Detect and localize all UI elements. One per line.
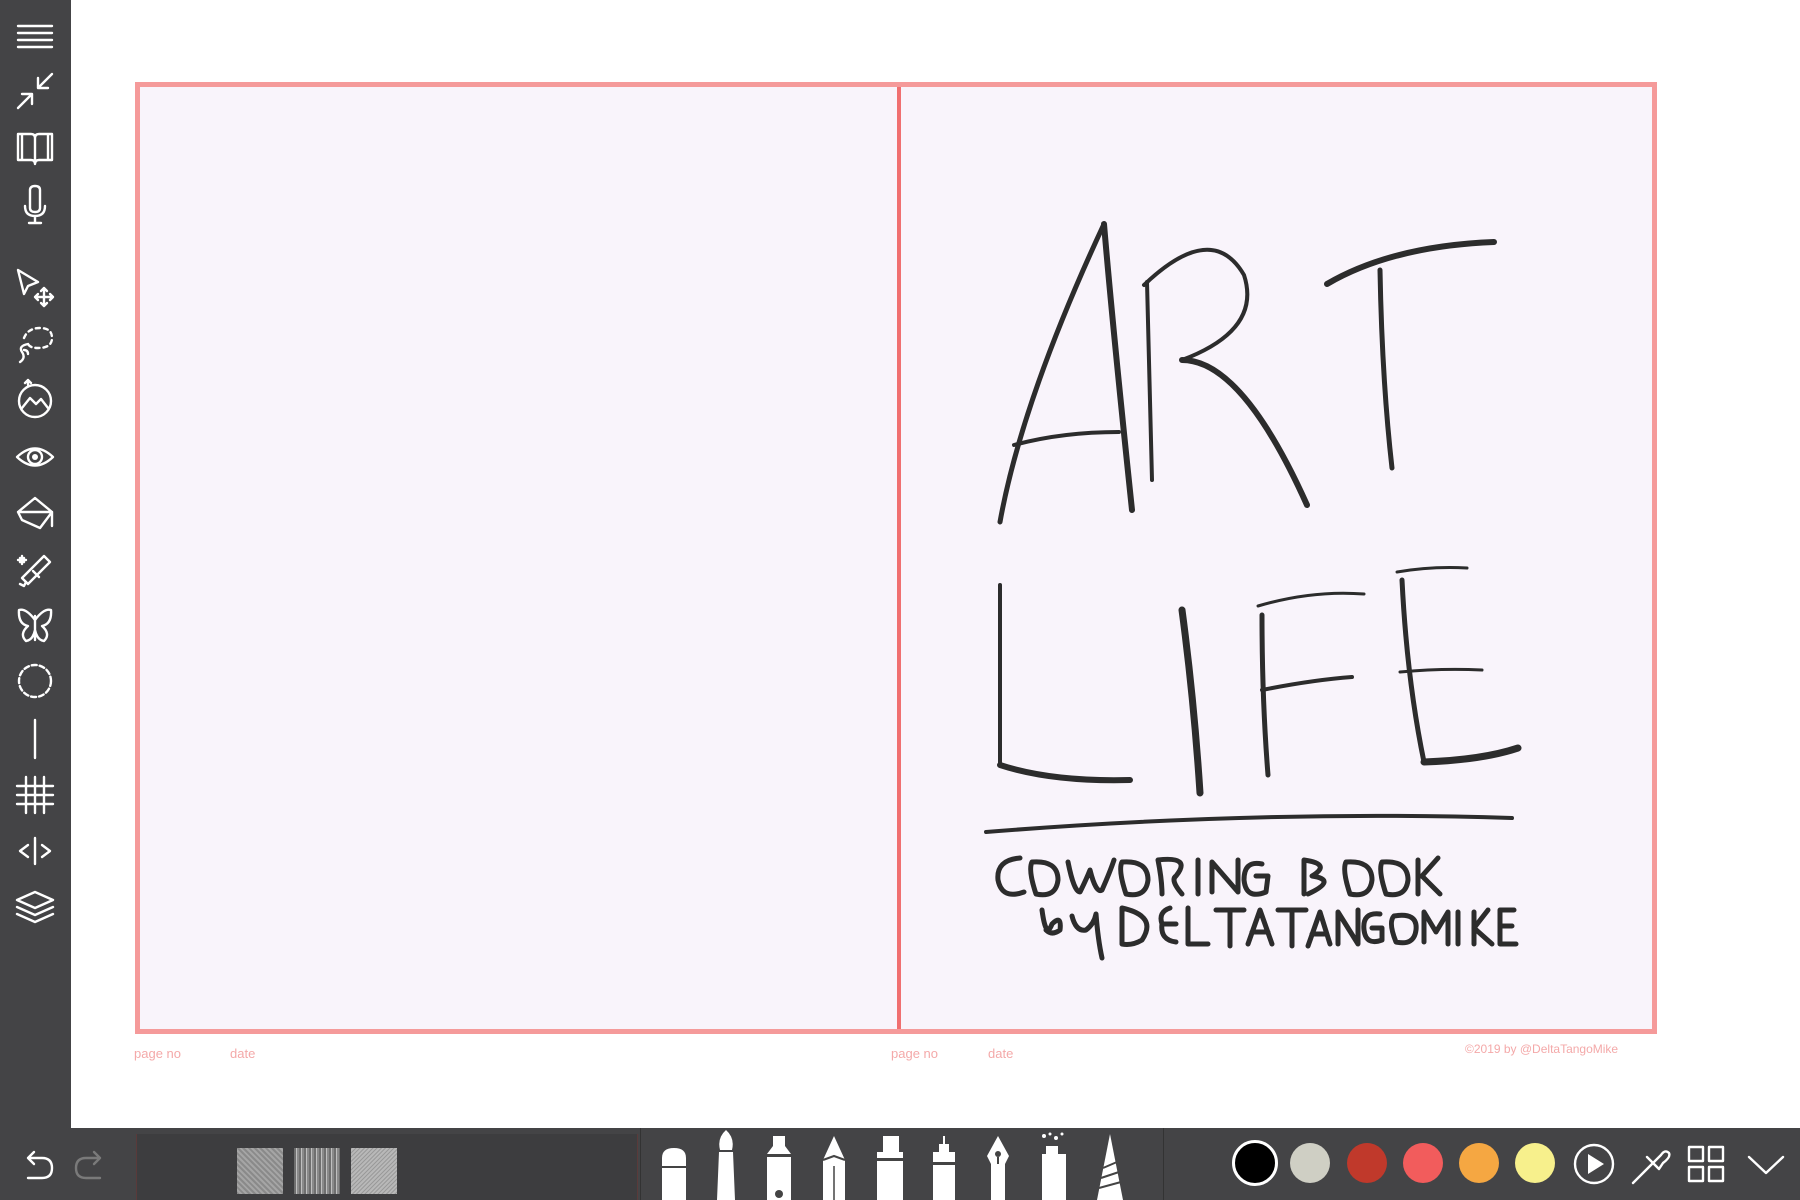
texture-swatch[interactable] [351, 1148, 397, 1194]
color-swatch-grey[interactable] [1290, 1143, 1330, 1183]
brush-tools-panel [640, 1128, 1164, 1200]
image-icon[interactable] [10, 374, 60, 424]
fill-bucket-icon[interactable] [10, 488, 60, 538]
texture-swatch[interactable] [237, 1148, 283, 1194]
right-date-label: date [988, 1046, 1014, 1061]
copyright-label: ©2019 by @DeltaTangoMike [1465, 1042, 1619, 1056]
fountain-pen-icon[interactable] [979, 1134, 1017, 1200]
right-page-number-label: page no [891, 1046, 938, 1061]
texture-panel [136, 1134, 638, 1200]
magic-eraser-icon[interactable] [10, 544, 60, 594]
crayon-icon[interactable] [1093, 1132, 1127, 1200]
grid-icon[interactable] [10, 770, 60, 820]
highlighter-icon[interactable] [871, 1134, 909, 1200]
bottom-toolbar [0, 1128, 1800, 1200]
eye-icon[interactable] [10, 432, 60, 482]
color-swatch-black[interactable] [1232, 1140, 1278, 1186]
play-icon[interactable] [1572, 1138, 1616, 1190]
color-swatch-dark-red[interactable] [1347, 1143, 1387, 1183]
color-swatch-coral[interactable] [1403, 1143, 1443, 1183]
spray-can-icon[interactable] [1036, 1130, 1076, 1200]
left-page-number-label: page no [134, 1046, 181, 1061]
collapse-icon[interactable] [10, 66, 60, 116]
book-spine [897, 87, 901, 1029]
microphone-icon[interactable] [10, 180, 60, 230]
grid-view-icon[interactable] [1684, 1138, 1728, 1190]
lasso-icon[interactable] [10, 318, 60, 368]
marker-icon[interactable] [654, 1136, 694, 1200]
line-guide-icon[interactable] [10, 714, 60, 764]
undo-icon[interactable] [14, 1138, 58, 1190]
left-toolbar [0, 0, 71, 1128]
texture-swatch[interactable] [294, 1148, 340, 1194]
chevron-down-icon[interactable] [1744, 1138, 1788, 1190]
pencil-icon[interactable] [817, 1134, 851, 1200]
felt-pen-icon[interactable] [761, 1132, 797, 1200]
menu-icon[interactable] [10, 10, 60, 60]
layers-icon[interactable] [10, 882, 60, 932]
color-swatch-yellow[interactable] [1515, 1143, 1555, 1183]
fineliner-icon[interactable] [927, 1134, 961, 1200]
color-swatch-orange[interactable] [1459, 1143, 1499, 1183]
eyedropper-icon[interactable] [1628, 1138, 1672, 1190]
book-icon[interactable] [10, 122, 60, 172]
redo-icon[interactable] [70, 1138, 114, 1190]
mirror-icon[interactable] [10, 826, 60, 876]
handwritten-cover-art [984, 221, 1522, 961]
left-date-label: date [230, 1046, 256, 1061]
circle-guide-icon[interactable] [10, 656, 60, 706]
butterfly-icon[interactable] [10, 600, 60, 650]
brush-icon[interactable] [709, 1128, 743, 1200]
select-move-icon[interactable] [10, 262, 60, 312]
